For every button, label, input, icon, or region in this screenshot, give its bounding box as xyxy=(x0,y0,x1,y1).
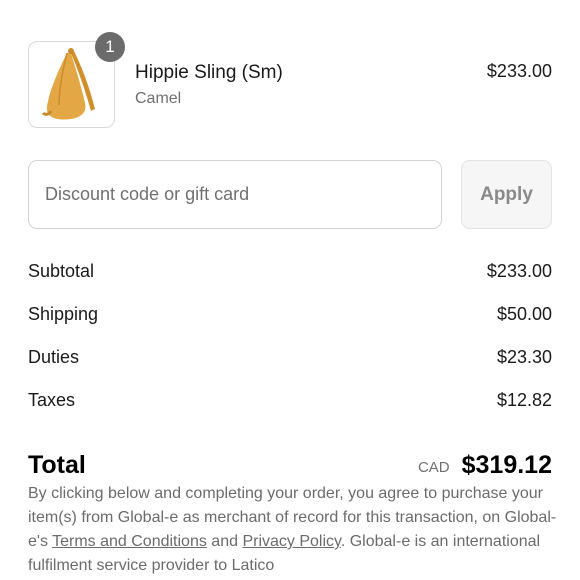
apply-button[interactable]: Apply xyxy=(461,160,552,229)
sling-bag-image xyxy=(41,47,95,119)
total-amount-group: CAD $319.12 xyxy=(418,451,552,480)
shipping-value: $50.00 xyxy=(496,303,552,324)
total-amount: $319.12 xyxy=(461,451,552,479)
product-info: Hippie Sling (Sm) Camel xyxy=(135,61,487,108)
quantity-badge: 1 xyxy=(95,32,125,62)
shipping-label: Shipping xyxy=(28,303,99,324)
discount-code-input[interactable] xyxy=(28,160,442,229)
duties-row: Duties $23.30 xyxy=(28,345,552,369)
total-row: Total CAD $319.12 xyxy=(28,446,552,480)
privacy-link[interactable]: Privacy Policy xyxy=(242,533,340,550)
duties-value: $23.30 xyxy=(496,346,552,367)
currency-code: CAD xyxy=(417,459,450,476)
product-variant: Camel xyxy=(135,90,182,107)
taxes-row: Taxes $12.82 xyxy=(28,388,552,412)
subtotal-row: Subtotal $233.00 xyxy=(28,259,552,283)
product-price: $233.00 xyxy=(486,61,552,81)
shipping-row: Shipping $50.00 xyxy=(28,302,552,326)
order-summary: 1 Hippie Sling (Sm) Camel $233.00 Apply … xyxy=(0,0,580,580)
product-thumbnail-wrap: 1 xyxy=(28,32,125,128)
total-label: Total xyxy=(28,451,86,479)
subtotal-value: $233.00 xyxy=(486,260,552,281)
taxes-label: Taxes xyxy=(28,389,76,410)
terms-link[interactable]: Terms and Conditions xyxy=(52,533,207,550)
product-name: Hippie Sling (Sm) xyxy=(135,62,283,83)
subtotal-label: Subtotal xyxy=(28,260,95,281)
taxes-value: $12.82 xyxy=(496,389,552,410)
product-line-item: 1 Hippie Sling (Sm) Camel $233.00 xyxy=(28,32,552,129)
legal-disclaimer: By clicking below and completing your or… xyxy=(28,482,558,578)
legal-text-2: and xyxy=(206,533,243,550)
duties-label: Duties xyxy=(28,346,80,367)
